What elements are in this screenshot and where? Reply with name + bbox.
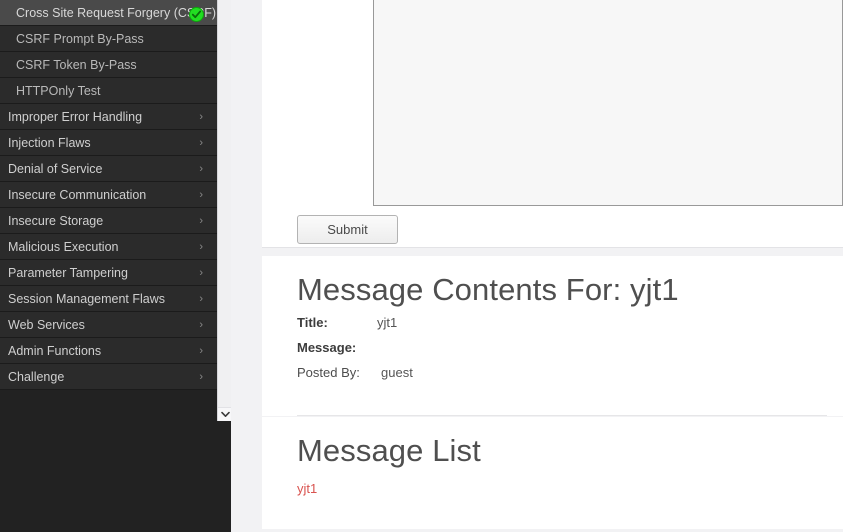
chevron-right-icon: › <box>199 137 203 149</box>
sidebar-item-label: Improper Error Handling <box>8 110 143 124</box>
sidebar-item-label: HTTPOnly Test <box>16 84 101 98</box>
chevron-right-icon: › <box>199 189 203 201</box>
posted-by-value: guest <box>381 365 413 380</box>
posted-by-label: Posted By: <box>297 365 360 380</box>
sidebar-item-csrf-token-by-pass[interactable]: CSRF Token By-Pass <box>0 52 217 78</box>
chevron-right-icon: › <box>199 345 203 357</box>
sidebar-item-improper-error-handling[interactable]: Improper Error Handling › <box>0 104 217 130</box>
sidebar-item-label: Parameter Tampering <box>8 266 128 280</box>
comment-form-panel: Submit <box>262 0 843 248</box>
sidebar-item-label: Session Management Flaws <box>8 292 166 306</box>
sidebar-item-httponly-test[interactable]: HTTPOnly Test <box>0 78 217 104</box>
sidebar-scrollbar[interactable] <box>217 0 231 421</box>
posted-by-row: Posted By: guest <box>262 360 843 385</box>
sidebar-item-challenge[interactable]: Challenge › <box>0 364 217 390</box>
list-item[interactable]: yjt1 <box>262 481 317 496</box>
application-window: Cross Site Request Forgery (CSRF) CSRF P… <box>0 0 843 532</box>
message-list-panel: Message List yjt1 <box>262 417 843 529</box>
chevron-down-icon[interactable] <box>218 407 231 421</box>
message-row: Message: <box>262 335 843 360</box>
check-badge-icon <box>189 5 204 22</box>
chevron-right-icon: › <box>199 267 203 279</box>
sidebar-item-label: Malicious Execution <box>8 240 119 254</box>
sidebar-item-denial-of-service[interactable]: Denial of Service › <box>0 156 217 182</box>
chevron-right-icon: › <box>199 241 203 253</box>
chevron-right-icon: › <box>199 319 203 331</box>
sidebar-item-label: Web Services <box>8 318 85 332</box>
sidebar-item-web-services[interactable]: Web Services › <box>0 312 217 338</box>
message-textarea[interactable] <box>373 0 843 206</box>
message-contents-heading: Message Contents For: yjt1 <box>297 272 679 307</box>
sidebar-item-insecure-communication[interactable]: Insecure Communication › <box>0 182 217 208</box>
message-list-heading: Message List <box>297 433 481 468</box>
panel-divider <box>297 415 827 416</box>
submit-button[interactable]: Submit <box>297 215 398 244</box>
chevron-right-icon: › <box>199 371 203 383</box>
sidebar-item-csrf-prompt-by-pass[interactable]: CSRF Prompt By-Pass <box>0 26 217 52</box>
sidebar-item-label: Injection Flaws <box>8 136 91 150</box>
sidebar-item-admin-functions[interactable]: Admin Functions › <box>0 338 217 364</box>
sidebar-item-label: Admin Functions <box>8 344 102 358</box>
sidebar-item-insecure-storage[interactable]: Insecure Storage › <box>0 208 217 234</box>
sidebar-item-label: Denial of Service <box>8 162 103 176</box>
sidebar-item-label: Insecure Storage <box>8 214 104 228</box>
chevron-right-icon: › <box>199 215 203 227</box>
sidebar-nav-list: Cross Site Request Forgery (CSRF) CSRF P… <box>0 0 217 390</box>
sidebar-item-label: Insecure Communication <box>8 188 147 202</box>
sidebar-item-parameter-tampering[interactable]: Parameter Tampering › <box>0 260 217 286</box>
message-contents-panel: Message Contents For: yjt1 Title: yjt1 Me… <box>262 256 843 416</box>
message-label: Message: <box>297 340 357 355</box>
sidebar-item-label: CSRF Prompt By-Pass <box>16 32 144 46</box>
sidebar-item-label: CSRF Token By-Pass <box>16 58 137 72</box>
chevron-right-icon: › <box>199 293 203 305</box>
title-value: yjt1 <box>377 315 398 330</box>
title-row: Title: yjt1 <box>262 310 843 335</box>
sidebar-item-malicious-execution[interactable]: Malicious Execution › <box>0 234 217 260</box>
chevron-right-icon: › <box>199 163 203 175</box>
sidebar-item-label: Cross Site Request Forgery (CSRF) <box>16 6 217 20</box>
sidebar-item-cross-site-request-forgery[interactable]: Cross Site Request Forgery (CSRF) <box>0 0 217 26</box>
main-content: Submit Message Contents For: yjt1 Title:… <box>231 0 843 532</box>
chevron-right-icon: › <box>199 111 203 123</box>
sidebar-item-injection-flaws[interactable]: Injection Flaws › <box>0 130 217 156</box>
sidebar-item-session-management-flaws[interactable]: Session Management Flaws › <box>0 286 217 312</box>
sidebar: Cross Site Request Forgery (CSRF) CSRF P… <box>0 0 231 532</box>
title-label: Title: <box>297 315 328 330</box>
sidebar-item-label: Challenge <box>8 370 65 384</box>
